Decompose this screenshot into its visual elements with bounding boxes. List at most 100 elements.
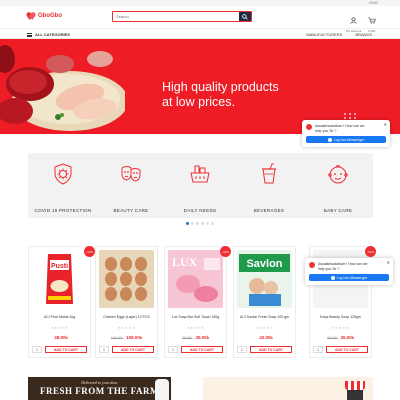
category-card-covid[interactable]: COVID 19 PROTECTION <box>28 153 98 218</box>
pager-dot[interactable] <box>191 222 194 225</box>
messenger-icon <box>330 275 335 280</box>
chat-avatar <box>306 124 312 130</box>
search-icon <box>242 13 248 20</box>
all-categories-menu[interactable]: ALL CATEGORIES <box>27 32 70 37</box>
hero-headline-line2: at low prices. <box>162 95 235 109</box>
banner-dot <box>344 117 346 119</box>
site-header: GboGbo My account 0.00৳ <box>0 6 400 33</box>
meat-platter-image <box>0 39 125 134</box>
add-to-cart-button[interactable]: ADD TO CART <box>45 346 87 353</box>
quantity-input[interactable]: 1 <box>99 346 109 353</box>
banner-dot <box>349 117 351 119</box>
banner-dot <box>354 113 356 115</box>
search-input[interactable] <box>113 12 239 21</box>
quantity-input[interactable]: 1 <box>32 346 42 353</box>
category-card-beverages[interactable]: BEVERAGES <box>234 153 304 218</box>
quantity-input[interactable]: 1 <box>237 346 247 353</box>
product-name[interactable]: ACI Pure Maida 1kg <box>29 315 90 319</box>
masks-icon <box>121 166 141 182</box>
product-name[interactable]: ACI Savlon Fresh Soap 100 gm <box>234 315 295 319</box>
farm-headline: FRESH FROM THE FARM <box>40 386 159 396</box>
category-label: BEVERAGES <box>253 208 285 213</box>
logo-mark-icon <box>27 12 36 20</box>
category-label: COVID 19 PROTECTION <box>34 208 92 213</box>
add-to-cart-button[interactable]: ADD TO CART <box>181 346 223 353</box>
grocery-basket-icon <box>190 165 210 183</box>
discount-badge: -11% <box>365 246 376 257</box>
rating-stars: ★★★★★ <box>50 326 69 330</box>
pager-dot[interactable] <box>211 222 214 225</box>
add-to-cart-button[interactable]: ADD TO CART <box>112 346 154 353</box>
quantity-input[interactable]: 1 <box>313 346 323 353</box>
add-to-cart-button[interactable]: ADD TO CART <box>250 346 292 353</box>
product-name[interactable]: Chicken Eggs (Layer) 12 PCS <box>96 315 157 319</box>
product-price: 38.00৳ 35.00৳ <box>165 335 226 342</box>
close-icon[interactable]: ✕ <box>384 122 387 127</box>
messenger-button-label: Log into Messenger <box>333 137 365 142</box>
lux-soap-image: LUX <box>168 250 223 308</box>
rating-stars: ★★★★★ <box>255 326 274 330</box>
category-carousel-pager <box>186 222 214 225</box>
old-price: 38.00৳ <box>326 336 338 340</box>
pager-dot[interactable] <box>201 222 204 225</box>
savlon-soap-image: Savlon <box>237 250 292 308</box>
messenger-login-button[interactable]: Log into Messenger <box>306 136 386 143</box>
search-button[interactable] <box>239 12 251 21</box>
hero-headline: High quality products at low prices. <box>162 80 279 110</box>
farm-fresh-banner[interactable]: Delivered to your door FRESH FROM THE FA… <box>28 377 171 400</box>
product-card[interactable]: Pusti -11% ACI Pure Maida 1kg ★★★★★ 48.0… <box>28 246 95 358</box>
category-label: BABY CARE <box>323 208 353 213</box>
product-card[interactable]: Chicken Eggs (Layer) 12 PCS ★★★★★ 115.00… <box>95 246 158 358</box>
product-name[interactable]: Lux Soap Bar Soft Touch 150g <box>165 315 226 319</box>
rating-stars: ★★★★★ <box>117 326 136 330</box>
category-card-beauty[interactable]: BEAUTY CARE <box>96 153 166 218</box>
main-nav: ALL CATEGORIES MANUFACTURERS BRANDS <box>0 28 400 39</box>
svg-text:Pusti: Pusti <box>51 263 68 270</box>
nav-link-brands[interactable]: BRANDS <box>355 32 372 37</box>
svg-text:Savlon: Savlon <box>246 258 282 270</box>
banner-dot <box>354 117 356 119</box>
product-price: 38.00৳ 35.00৳ <box>310 335 371 342</box>
messenger-greeting: Assalamualaikum ! How can we help you Si… <box>318 262 368 271</box>
banner-dot <box>349 113 351 115</box>
old-price: 115.00৳ <box>110 336 124 340</box>
eggs-tray-image <box>99 250 154 308</box>
messenger-greeting: Assalamualaikum ! How can we help you Si… <box>315 124 365 133</box>
current-price: 35.00৳ <box>340 335 355 340</box>
cart-icon <box>368 17 376 24</box>
rating-stars: ★★★★★ <box>186 326 205 330</box>
nav-link-manufacturers[interactable]: MANUFACTURERS <box>306 32 342 37</box>
category-card-daily-needs[interactable]: DAILY NEEDS <box>165 153 235 218</box>
pager-dot[interactable] <box>186 222 189 225</box>
pager-dot[interactable] <box>206 222 209 225</box>
product-price: 40.00৳ <box>234 335 295 342</box>
category-card-baby[interactable]: BABY CARE <box>303 153 373 218</box>
banner-dot <box>344 113 346 115</box>
product-card[interactable]: Savlon ACI Savlon Fresh Soap 100 gm ★★★★… <box>233 246 296 358</box>
close-icon[interactable]: ✕ <box>387 260 390 265</box>
add-to-cart-button[interactable]: ADD TO CART <box>326 346 368 353</box>
product-price: 48.00৳ <box>29 335 90 342</box>
rating-stars: ★★★★★ <box>331 326 350 330</box>
store-banner[interactable] <box>203 377 373 400</box>
product-name[interactable]: Keya Beauty Soap 125gm <box>310 315 371 319</box>
product-price: 115.00৳ 106.00৳ <box>96 335 157 342</box>
farm-tagline: Delivered to your door <box>81 380 118 385</box>
messenger-login-button[interactable]: Log into Messenger <box>309 274 389 281</box>
virus-shield-icon <box>54 163 72 185</box>
logo-text: GboGbo <box>38 13 62 19</box>
messenger-widget: ✕ Assalamualaikum ! How can we help you … <box>302 120 390 147</box>
drink-cup-icon <box>262 163 276 184</box>
pager-dot[interactable] <box>196 222 199 225</box>
baby-face-icon <box>328 165 348 184</box>
product-card[interactable]: LUX -11% Lux Soap Bar Soft Touch 150g ★★… <box>164 246 231 358</box>
quantity-input[interactable]: 1 <box>168 346 178 353</box>
messenger-button-label: Log into Messenger <box>336 275 368 280</box>
chat-avatar <box>309 262 315 268</box>
discount-badge: -11% <box>220 246 231 257</box>
category-label: DAILY NEEDS <box>183 208 217 213</box>
site-logo[interactable]: GboGbo <box>27 12 62 20</box>
shop-awning-icon <box>345 381 365 390</box>
hero-headline-line1: High quality products <box>162 80 279 94</box>
flour-bag-image: Pusti <box>32 250 87 308</box>
